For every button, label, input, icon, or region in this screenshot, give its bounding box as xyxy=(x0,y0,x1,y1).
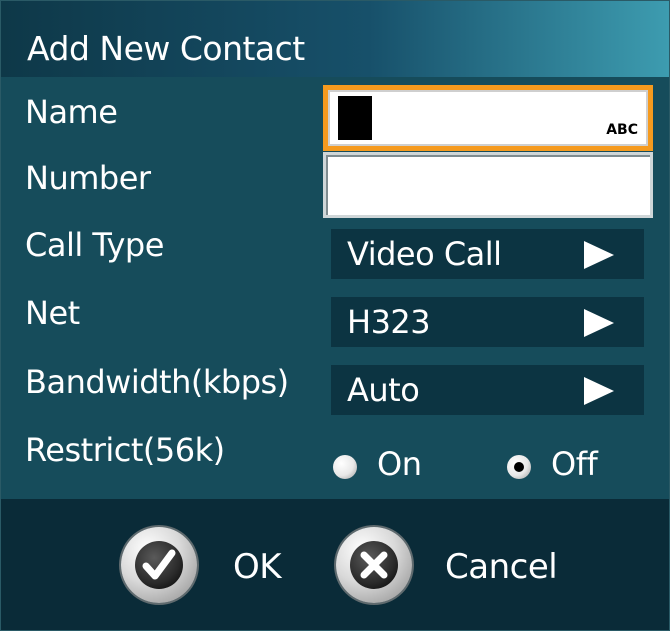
call-type-selector[interactable]: Video Call xyxy=(331,229,644,279)
input-mode-indicator: ABC xyxy=(606,122,638,138)
dialog-footer: OK Cancel xyxy=(1,499,669,630)
check-icon xyxy=(142,549,176,580)
radio-unselected-icon xyxy=(333,455,357,479)
bandwidth-label: Bandwidth(kbps) xyxy=(25,363,289,401)
name-input[interactable]: ABC xyxy=(323,85,653,151)
x-icon xyxy=(360,551,388,579)
net-label: Net xyxy=(25,294,80,332)
restrict-label: Restrict(56k) xyxy=(25,431,225,469)
play-right-icon xyxy=(584,309,614,337)
restrict-on-label: On xyxy=(377,445,422,483)
cancel-label[interactable]: Cancel xyxy=(445,547,558,587)
ok-button[interactable] xyxy=(121,527,197,603)
call-type-value: Video Call xyxy=(347,235,502,273)
radio-selected-icon xyxy=(507,455,531,479)
number-label: Number xyxy=(25,159,151,197)
text-cursor xyxy=(338,96,372,140)
restrict-off-label: Off xyxy=(551,445,598,483)
cancel-button[interactable] xyxy=(336,527,412,603)
name-label: Name xyxy=(25,93,118,131)
bandwidth-selector[interactable]: Auto xyxy=(331,365,644,415)
play-right-icon xyxy=(584,377,614,405)
play-right-icon xyxy=(584,241,614,269)
number-input[interactable] xyxy=(323,152,653,218)
call-type-label: Call Type xyxy=(25,226,164,264)
net-selector[interactable]: H323 xyxy=(331,297,644,347)
net-value: H323 xyxy=(347,303,431,341)
title-bar: Add New Contact xyxy=(1,1,669,77)
bandwidth-value: Auto xyxy=(347,371,420,409)
ok-label[interactable]: OK xyxy=(233,547,282,587)
add-contact-dialog: Add New Contact Name ABC Number Call Typ… xyxy=(0,0,670,631)
dialog-title: Add New Contact xyxy=(27,29,305,68)
